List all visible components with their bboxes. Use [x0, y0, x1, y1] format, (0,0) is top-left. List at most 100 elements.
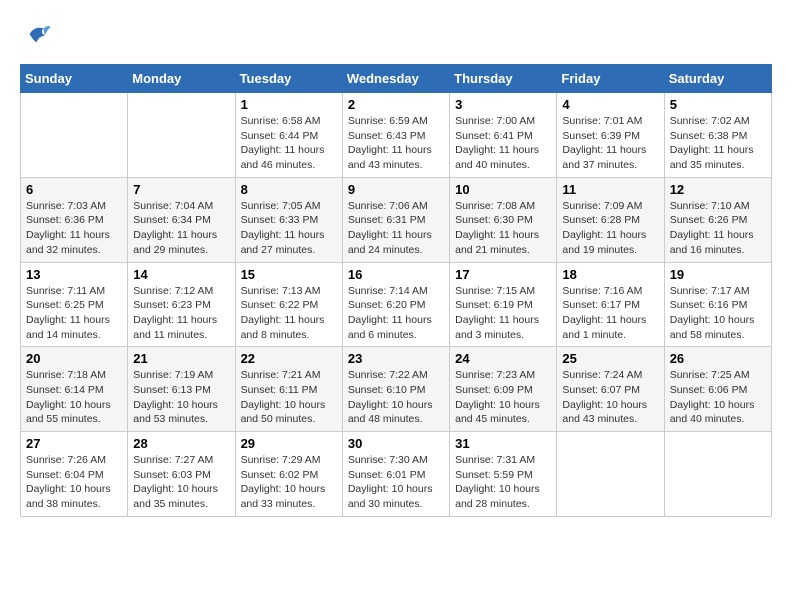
- day-info: Sunrise: 7:04 AMSunset: 6:34 PMDaylight:…: [133, 199, 229, 258]
- calendar-cell: 8 Sunrise: 7:05 AMSunset: 6:33 PMDayligh…: [235, 177, 342, 262]
- calendar-cell: 3 Sunrise: 7:00 AMSunset: 6:41 PMDayligh…: [450, 93, 557, 178]
- day-number: 8: [241, 182, 337, 197]
- calendar-cell: 16 Sunrise: 7:14 AMSunset: 6:20 PMDaylig…: [342, 262, 449, 347]
- day-number: 12: [670, 182, 766, 197]
- calendar-cell: 11 Sunrise: 7:09 AMSunset: 6:28 PMDaylig…: [557, 177, 664, 262]
- calendar-cell: 19 Sunrise: 7:17 AMSunset: 6:16 PMDaylig…: [664, 262, 771, 347]
- calendar-cell: 9 Sunrise: 7:06 AMSunset: 6:31 PMDayligh…: [342, 177, 449, 262]
- day-info: Sunrise: 7:30 AMSunset: 6:01 PMDaylight:…: [348, 453, 444, 512]
- day-info: Sunrise: 7:25 AMSunset: 6:06 PMDaylight:…: [670, 368, 766, 427]
- calendar-cell: 25 Sunrise: 7:24 AMSunset: 6:07 PMDaylig…: [557, 347, 664, 432]
- days-of-week-row: SundayMondayTuesdayWednesdayThursdayFrid…: [21, 65, 772, 93]
- calendar-cell: 18 Sunrise: 7:16 AMSunset: 6:17 PMDaylig…: [557, 262, 664, 347]
- calendar-cell: 5 Sunrise: 7:02 AMSunset: 6:38 PMDayligh…: [664, 93, 771, 178]
- day-number: 2: [348, 97, 444, 112]
- calendar-cell: 22 Sunrise: 7:21 AMSunset: 6:11 PMDaylig…: [235, 347, 342, 432]
- day-info: Sunrise: 7:03 AMSunset: 6:36 PMDaylight:…: [26, 199, 122, 258]
- calendar-cell: 2 Sunrise: 6:59 AMSunset: 6:43 PMDayligh…: [342, 93, 449, 178]
- day-info: Sunrise: 7:27 AMSunset: 6:03 PMDaylight:…: [133, 453, 229, 512]
- day-info: Sunrise: 7:18 AMSunset: 6:14 PMDaylight:…: [26, 368, 122, 427]
- day-number: 5: [670, 97, 766, 112]
- calendar-cell: [664, 432, 771, 517]
- day-info: Sunrise: 7:02 AMSunset: 6:38 PMDaylight:…: [670, 114, 766, 173]
- day-number: 14: [133, 267, 229, 282]
- day-info: Sunrise: 7:14 AMSunset: 6:20 PMDaylight:…: [348, 284, 444, 343]
- day-of-week-friday: Friday: [557, 65, 664, 93]
- day-info: Sunrise: 7:10 AMSunset: 6:26 PMDaylight:…: [670, 199, 766, 258]
- day-info: Sunrise: 7:26 AMSunset: 6:04 PMDaylight:…: [26, 453, 122, 512]
- day-number: 29: [241, 436, 337, 451]
- calendar-cell: 31 Sunrise: 7:31 AMSunset: 5:59 PMDaylig…: [450, 432, 557, 517]
- calendar-cell: 7 Sunrise: 7:04 AMSunset: 6:34 PMDayligh…: [128, 177, 235, 262]
- day-number: 22: [241, 351, 337, 366]
- calendar-cell: 30 Sunrise: 7:30 AMSunset: 6:01 PMDaylig…: [342, 432, 449, 517]
- day-of-week-monday: Monday: [128, 65, 235, 93]
- day-number: 27: [26, 436, 122, 451]
- day-number: 1: [241, 97, 337, 112]
- day-number: 23: [348, 351, 444, 366]
- calendar-cell: [21, 93, 128, 178]
- day-info: Sunrise: 7:09 AMSunset: 6:28 PMDaylight:…: [562, 199, 658, 258]
- day-number: 30: [348, 436, 444, 451]
- day-of-week-wednesday: Wednesday: [342, 65, 449, 93]
- day-info: Sunrise: 7:24 AMSunset: 6:07 PMDaylight:…: [562, 368, 658, 427]
- calendar-week-2: 6 Sunrise: 7:03 AMSunset: 6:36 PMDayligh…: [21, 177, 772, 262]
- calendar-body: 1 Sunrise: 6:58 AMSunset: 6:44 PMDayligh…: [21, 93, 772, 517]
- day-number: 4: [562, 97, 658, 112]
- day-number: 6: [26, 182, 122, 197]
- day-info: Sunrise: 7:21 AMSunset: 6:11 PMDaylight:…: [241, 368, 337, 427]
- day-number: 13: [26, 267, 122, 282]
- day-number: 3: [455, 97, 551, 112]
- calendar-cell: 29 Sunrise: 7:29 AMSunset: 6:02 PMDaylig…: [235, 432, 342, 517]
- day-number: 16: [348, 267, 444, 282]
- calendar-cell: 24 Sunrise: 7:23 AMSunset: 6:09 PMDaylig…: [450, 347, 557, 432]
- calendar-cell: 12 Sunrise: 7:10 AMSunset: 6:26 PMDaylig…: [664, 177, 771, 262]
- calendar-cell: 4 Sunrise: 7:01 AMSunset: 6:39 PMDayligh…: [557, 93, 664, 178]
- calendar-cell: 1 Sunrise: 6:58 AMSunset: 6:44 PMDayligh…: [235, 93, 342, 178]
- calendar-cell: [557, 432, 664, 517]
- day-number: 28: [133, 436, 229, 451]
- day-info: Sunrise: 7:29 AMSunset: 6:02 PMDaylight:…: [241, 453, 337, 512]
- day-info: Sunrise: 7:15 AMSunset: 6:19 PMDaylight:…: [455, 284, 551, 343]
- logo-bird-icon: [24, 20, 52, 48]
- calendar-week-4: 20 Sunrise: 7:18 AMSunset: 6:14 PMDaylig…: [21, 347, 772, 432]
- calendar-cell: 6 Sunrise: 7:03 AMSunset: 6:36 PMDayligh…: [21, 177, 128, 262]
- day-info: Sunrise: 7:08 AMSunset: 6:30 PMDaylight:…: [455, 199, 551, 258]
- calendar-cell: 26 Sunrise: 7:25 AMSunset: 6:06 PMDaylig…: [664, 347, 771, 432]
- day-info: Sunrise: 7:01 AMSunset: 6:39 PMDaylight:…: [562, 114, 658, 173]
- day-info: Sunrise: 7:06 AMSunset: 6:31 PMDaylight:…: [348, 199, 444, 258]
- day-number: 25: [562, 351, 658, 366]
- day-number: 31: [455, 436, 551, 451]
- day-of-week-saturday: Saturday: [664, 65, 771, 93]
- day-number: 20: [26, 351, 122, 366]
- day-info: Sunrise: 7:23 AMSunset: 6:09 PMDaylight:…: [455, 368, 551, 427]
- day-number: 18: [562, 267, 658, 282]
- day-number: 15: [241, 267, 337, 282]
- calendar-cell: 13 Sunrise: 7:11 AMSunset: 6:25 PMDaylig…: [21, 262, 128, 347]
- day-number: 19: [670, 267, 766, 282]
- day-number: 11: [562, 182, 658, 197]
- calendar-header: SundayMondayTuesdayWednesdayThursdayFrid…: [21, 65, 772, 93]
- day-number: 17: [455, 267, 551, 282]
- day-of-week-sunday: Sunday: [21, 65, 128, 93]
- day-info: Sunrise: 7:00 AMSunset: 6:41 PMDaylight:…: [455, 114, 551, 173]
- day-info: Sunrise: 7:11 AMSunset: 6:25 PMDaylight:…: [26, 284, 122, 343]
- calendar-cell: 21 Sunrise: 7:19 AMSunset: 6:13 PMDaylig…: [128, 347, 235, 432]
- calendar-cell: 27 Sunrise: 7:26 AMSunset: 6:04 PMDaylig…: [21, 432, 128, 517]
- calendar-week-3: 13 Sunrise: 7:11 AMSunset: 6:25 PMDaylig…: [21, 262, 772, 347]
- page-header: [20, 20, 772, 48]
- day-info: Sunrise: 7:31 AMSunset: 5:59 PMDaylight:…: [455, 453, 551, 512]
- day-of-week-thursday: Thursday: [450, 65, 557, 93]
- calendar-cell: 10 Sunrise: 7:08 AMSunset: 6:30 PMDaylig…: [450, 177, 557, 262]
- calendar-cell: [128, 93, 235, 178]
- day-info: Sunrise: 7:22 AMSunset: 6:10 PMDaylight:…: [348, 368, 444, 427]
- calendar-cell: 15 Sunrise: 7:13 AMSunset: 6:22 PMDaylig…: [235, 262, 342, 347]
- day-info: Sunrise: 7:17 AMSunset: 6:16 PMDaylight:…: [670, 284, 766, 343]
- day-info: Sunrise: 6:58 AMSunset: 6:44 PMDaylight:…: [241, 114, 337, 173]
- day-of-week-tuesday: Tuesday: [235, 65, 342, 93]
- logo: [20, 20, 52, 48]
- day-number: 9: [348, 182, 444, 197]
- day-number: 24: [455, 351, 551, 366]
- day-info: Sunrise: 6:59 AMSunset: 6:43 PMDaylight:…: [348, 114, 444, 173]
- calendar-week-5: 27 Sunrise: 7:26 AMSunset: 6:04 PMDaylig…: [21, 432, 772, 517]
